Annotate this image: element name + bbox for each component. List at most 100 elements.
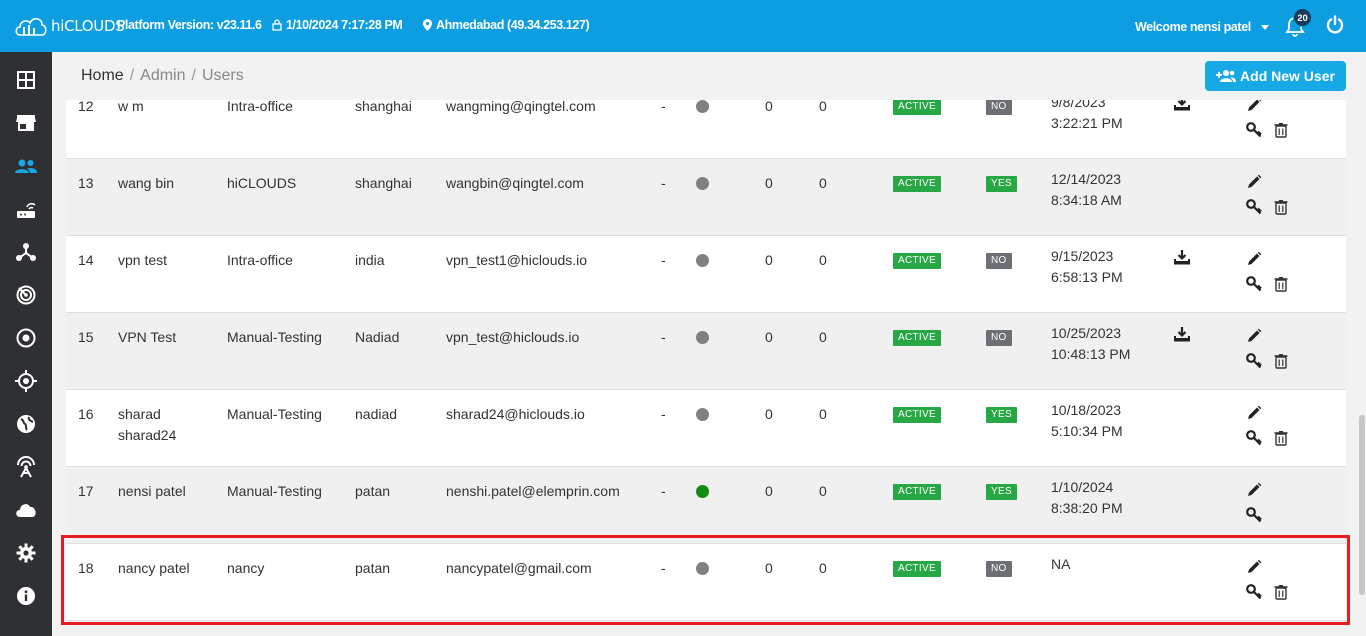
user-dash: - bbox=[661, 175, 666, 191]
key-icon[interactable] bbox=[1246, 276, 1262, 292]
delete-icon[interactable] bbox=[1273, 353, 1289, 369]
breadcrumb-users: Users bbox=[201, 67, 244, 84]
edit-icon[interactable] bbox=[1246, 174, 1262, 190]
user-name: nancy patel bbox=[118, 560, 190, 576]
sidebar-item-location[interactable] bbox=[0, 359, 52, 402]
key-icon[interactable] bbox=[1246, 507, 1262, 523]
sidebar-item-tower[interactable] bbox=[0, 445, 52, 488]
edit-icon[interactable] bbox=[1246, 251, 1262, 267]
delete-icon[interactable] bbox=[1273, 430, 1289, 446]
user-name: vpn test bbox=[118, 252, 168, 268]
platform-version: Platform Version: v23.11.6 bbox=[117, 18, 262, 32]
user-email: nancypatel@gmail.com bbox=[446, 560, 592, 576]
users-icon bbox=[15, 159, 37, 173]
power-icon[interactable] bbox=[1325, 15, 1345, 35]
user-email: sharad24@hiclouds.io bbox=[446, 406, 585, 422]
offline-status-dot bbox=[696, 254, 709, 267]
user-id: 12 bbox=[78, 100, 94, 114]
page-header: Home / Admin / Users Add New User bbox=[52, 52, 1366, 100]
download-icon[interactable] bbox=[1174, 100, 1190, 111]
key-icon[interactable] bbox=[1246, 199, 1262, 215]
user-name: wang bin bbox=[118, 175, 175, 191]
sidebar-item-target[interactable] bbox=[0, 316, 52, 359]
last-login-date: 8:38:20 PM bbox=[1051, 500, 1123, 516]
notification-badge: 20 bbox=[1293, 8, 1312, 27]
sidebar-item-settings[interactable] bbox=[0, 531, 52, 574]
last-login-date: 5:10:34 PM bbox=[1051, 423, 1123, 439]
add-new-user-label: Add New User bbox=[1240, 68, 1335, 84]
sidebar-item-info[interactable] bbox=[0, 574, 52, 617]
user-id: 14 bbox=[78, 252, 94, 268]
sidebar-item-store[interactable] bbox=[0, 101, 52, 144]
sidebar-item-network[interactable] bbox=[0, 230, 52, 273]
sidebar-item-radar[interactable] bbox=[0, 273, 52, 316]
users-table: 12 w m Intra-office shanghai wangming@qingte… bbox=[66, 100, 1346, 636]
table-row[interactable]: 17 nensi patel Manual-Testing patan nenshi.p… bbox=[66, 467, 1346, 544]
sidebar-item-router[interactable] bbox=[0, 187, 52, 230]
count-2: 0 bbox=[819, 175, 827, 191]
edit-icon[interactable] bbox=[1246, 559, 1262, 575]
flag-badge: NO bbox=[986, 100, 1012, 115]
count-2: 0 bbox=[819, 406, 827, 422]
edit-icon[interactable] bbox=[1246, 100, 1262, 113]
table-row[interactable]: 14 vpn test Intra-office india vpn_test1@hic… bbox=[66, 236, 1346, 313]
table-row[interactable]: 12 w m Intra-office shanghai wangming@qingte… bbox=[66, 100, 1346, 159]
user-city: shanghai bbox=[355, 175, 412, 191]
table-row[interactable]: 13 wang bin hiCLOUDS shanghai wangbin@qingte… bbox=[66, 159, 1346, 236]
last-login-date: NA bbox=[1051, 556, 1071, 572]
breadcrumb-admin[interactable]: Admin bbox=[140, 67, 185, 84]
user-dash: - bbox=[661, 100, 666, 114]
delete-icon[interactable] bbox=[1273, 122, 1289, 138]
logo-text: hiCLOUDS bbox=[51, 17, 125, 35]
current-datetime: 1/10/2024 7:17:28 PM bbox=[272, 18, 403, 32]
sidebar bbox=[0, 52, 52, 636]
signal-tower-icon bbox=[17, 455, 35, 477]
flag-badge: YES bbox=[986, 484, 1017, 500]
count-1: 0 bbox=[765, 483, 773, 499]
download-icon[interactable] bbox=[1174, 249, 1190, 265]
delete-icon[interactable] bbox=[1273, 584, 1289, 600]
globe-icon bbox=[17, 414, 35, 433]
status-badge: ACTIVE bbox=[893, 484, 941, 500]
table-row[interactable]: 18 nancy patel nancy patan nancypatel@gmail.… bbox=[66, 544, 1346, 621]
count-1: 0 bbox=[765, 406, 773, 422]
user-city: patan bbox=[355, 560, 391, 576]
count-1: 0 bbox=[765, 175, 773, 191]
key-icon[interactable] bbox=[1246, 584, 1262, 600]
edit-icon[interactable] bbox=[1246, 328, 1262, 344]
user-city: nadiad bbox=[355, 406, 398, 422]
breadcrumb-home[interactable]: Home bbox=[81, 67, 124, 84]
table-row[interactable]: 16 sharad sharad24 Manual-Testing nadiad shar… bbox=[66, 390, 1346, 467]
delete-icon[interactable] bbox=[1273, 199, 1289, 215]
delete-icon[interactable] bbox=[1273, 276, 1289, 292]
key-icon[interactable] bbox=[1246, 122, 1262, 138]
download-icon[interactable] bbox=[1174, 326, 1190, 342]
breadcrumb-separator: / bbox=[191, 67, 196, 84]
sidebar-item-cloud[interactable] bbox=[0, 488, 52, 531]
user-menu[interactable]: Welcome nensi patel bbox=[1135, 20, 1269, 34]
hiclouds-logo[interactable]: hiCLOUDS bbox=[14, 13, 125, 39]
settings-icon bbox=[16, 543, 36, 562]
user-email: wangbin@qingtel.com bbox=[446, 175, 584, 191]
scrollbar-thumb[interactable] bbox=[1359, 415, 1365, 595]
key-icon[interactable] bbox=[1246, 353, 1262, 369]
table-row[interactable]: 15 VPN Test Manual-Testing Nadiad vpn_test@h… bbox=[66, 313, 1346, 390]
lock-icon bbox=[272, 19, 282, 31]
crosshair-icon bbox=[15, 369, 37, 392]
edit-icon[interactable] bbox=[1246, 405, 1262, 421]
breadcrumb: Home / Admin / Users bbox=[81, 67, 244, 85]
count-2: 0 bbox=[819, 100, 827, 114]
scrollbar[interactable] bbox=[1358, 100, 1366, 636]
online-status-dot bbox=[696, 485, 709, 498]
status-badge: ACTIVE bbox=[893, 407, 941, 423]
status-badge: ACTIVE bbox=[893, 330, 941, 346]
key-icon[interactable] bbox=[1246, 430, 1262, 446]
add-new-user-button[interactable]: Add New User bbox=[1205, 61, 1346, 91]
datetime-text: 1/10/2024 7:17:28 PM bbox=[286, 18, 403, 32]
last-login-date: 10/18/2023 bbox=[1051, 402, 1122, 418]
sidebar-item-users[interactable] bbox=[0, 144, 52, 187]
user-organization: nancy bbox=[227, 560, 265, 576]
edit-icon[interactable] bbox=[1246, 482, 1262, 498]
sidebar-item-dashboard[interactable] bbox=[0, 58, 52, 101]
sidebar-item-globe[interactable] bbox=[0, 402, 52, 445]
